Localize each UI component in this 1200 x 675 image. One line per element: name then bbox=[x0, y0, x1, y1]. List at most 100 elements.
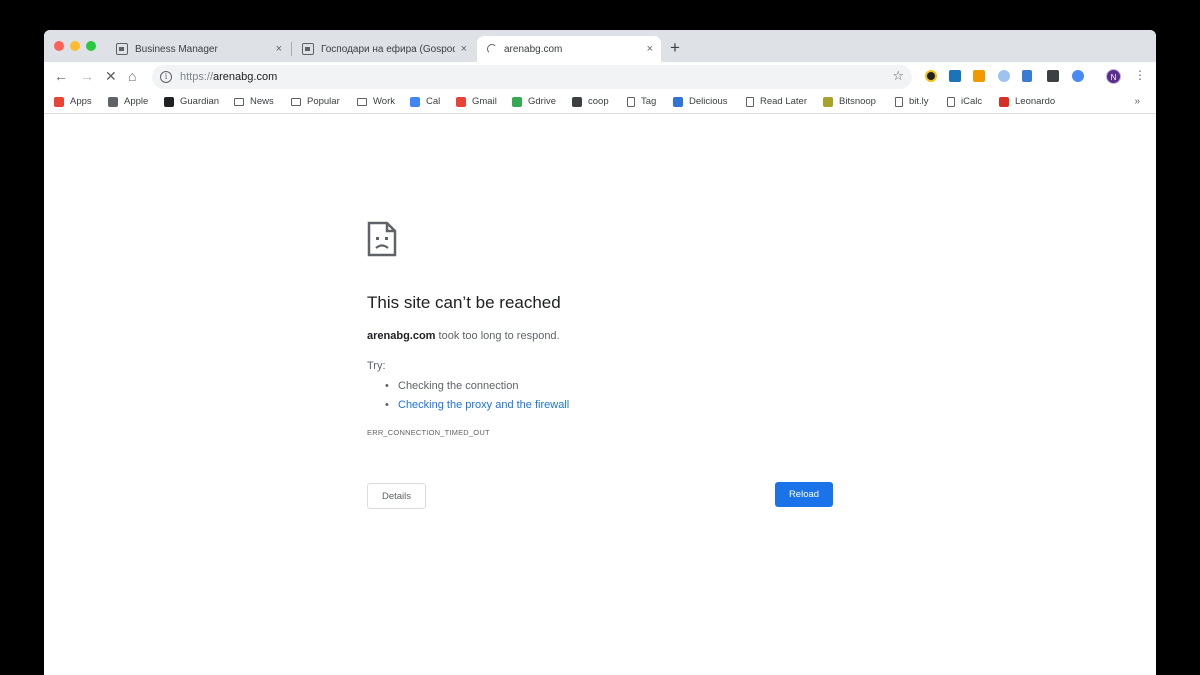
delicious-icon bbox=[673, 96, 683, 107]
forward-arrow-icon[interactable]: → bbox=[80, 68, 94, 84]
bookmarks-bar: Apps Apple Guardian News Popular Work Cal Gmail… bbox=[44, 92, 1156, 114]
error-code: ERR_CONNECTION_TIMED_OUT bbox=[367, 428, 490, 437]
loading-spinner-icon bbox=[487, 44, 497, 54]
bookmark-label: Bitsnoop bbox=[839, 96, 876, 107]
error-page: This site can’t be reached arenabg.com t… bbox=[44, 115, 1156, 675]
error-title: This site can’t be reached bbox=[367, 293, 561, 312]
maximize-window-button[interactable] bbox=[86, 41, 96, 51]
suggestion-list: Checking the connection Checking the pro… bbox=[385, 377, 569, 415]
bookmark-label: Gdrive bbox=[528, 96, 556, 107]
gospodari-favicon-icon bbox=[302, 43, 314, 55]
bookmark-work[interactable]: Work bbox=[357, 96, 395, 107]
gdrive-icon bbox=[512, 96, 522, 107]
coop-icon bbox=[572, 96, 582, 107]
page-icon bbox=[947, 96, 955, 107]
apple-icon bbox=[108, 96, 118, 107]
bookmark-label: Apple bbox=[124, 96, 149, 107]
bookmark-label: Read Later bbox=[760, 96, 808, 107]
bookmark-bitsnoop[interactable]: Bitsnoop bbox=[823, 96, 876, 107]
tab-title: arenabg.com bbox=[504, 43, 563, 55]
bookmark-label: Popular bbox=[307, 96, 340, 107]
leonardo-icon bbox=[999, 96, 1009, 107]
extension-circle-icon[interactable] bbox=[998, 70, 1010, 82]
bookmark-label: Apps bbox=[70, 96, 92, 107]
extension-dark-icon[interactable] bbox=[1047, 70, 1059, 82]
page-icon bbox=[746, 96, 754, 107]
tab-close-icon[interactable]: × bbox=[461, 43, 467, 55]
folder-icon bbox=[357, 97, 367, 106]
guardian-icon bbox=[164, 96, 174, 107]
bookmark-popular[interactable]: Popular bbox=[291, 96, 340, 107]
url-scheme: https:// bbox=[180, 71, 214, 83]
suggestion-check-connection: Checking the connection bbox=[385, 377, 569, 396]
tab-gospodari-na-efira[interactable]: Господари на ефира (Gospod × bbox=[292, 36, 475, 62]
bookmark-tag[interactable]: Tag bbox=[627, 96, 656, 107]
bookmark-gmail[interactable]: Gmail bbox=[456, 96, 497, 107]
tab-title: Господари на ефира (Gospod bbox=[321, 43, 455, 55]
suggestion-check-proxy-link[interactable]: Checking the proxy and the firewall bbox=[385, 396, 569, 415]
tab-business-manager[interactable]: Business Manager × bbox=[106, 36, 290, 62]
bookmark-icalc[interactable]: iCalc bbox=[947, 96, 982, 107]
bookmark-label: bit.ly bbox=[909, 96, 929, 107]
bookmark-label: Guardian bbox=[180, 96, 220, 107]
bookmark-leonardo[interactable]: Leonardo bbox=[999, 96, 1055, 107]
extension-chart-icon[interactable] bbox=[973, 70, 985, 82]
profile-avatar[interactable]: N bbox=[1106, 69, 1121, 84]
bookmark-read-later[interactable]: Read Later bbox=[746, 96, 807, 107]
address-bar[interactable]: i https://arenabg.com ☆ bbox=[152, 65, 912, 89]
bitsnoop-icon bbox=[823, 96, 833, 107]
browser-window: Business Manager × Господари на ефира (G… bbox=[44, 30, 1156, 675]
error-host: arenabg.com bbox=[367, 330, 436, 342]
url-host: arenabg.com bbox=[213, 71, 278, 83]
folder-icon bbox=[234, 97, 244, 106]
page-icon bbox=[627, 96, 635, 107]
bookmark-delicious[interactable]: Delicious bbox=[673, 96, 728, 107]
tab-strip: Business Manager × Господари на ефира (G… bbox=[44, 30, 1156, 62]
bookmark-apps[interactable]: Apps bbox=[54, 96, 92, 107]
tab-arenabg[interactable]: arenabg.com × bbox=[477, 36, 661, 62]
business-manager-favicon-icon bbox=[116, 43, 128, 55]
bookmark-label: Gmail bbox=[472, 96, 497, 107]
bookmark-gdrive[interactable]: Gdrive bbox=[512, 96, 556, 107]
details-button[interactable]: Details bbox=[367, 483, 426, 509]
bookmark-label: Work bbox=[373, 96, 395, 107]
home-icon[interactable]: ⌂ bbox=[128, 68, 136, 84]
bookmark-news[interactable]: News bbox=[234, 96, 274, 107]
menu-kebab-icon[interactable]: ⋮ bbox=[1134, 68, 1146, 82]
bookmark-star-icon[interactable]: ☆ bbox=[892, 68, 904, 84]
toolbar: ← → ✕ ⌂ i https://arenabg.com ☆ N ⋮ bbox=[44, 62, 1156, 92]
site-info-icon[interactable]: i bbox=[160, 71, 172, 83]
bookmark-label: News bbox=[250, 96, 274, 107]
bookmark-guardian[interactable]: Guardian bbox=[164, 96, 219, 107]
bookmark-label: iCalc bbox=[961, 96, 983, 107]
bookmark-coop[interactable]: coop bbox=[572, 96, 609, 107]
apps-grid-icon bbox=[54, 96, 64, 107]
try-label: Try: bbox=[367, 360, 386, 372]
bookmarks-overflow-icon[interactable]: » bbox=[1134, 96, 1140, 107]
calendar-icon bbox=[410, 96, 420, 107]
page-icon bbox=[895, 96, 903, 107]
new-tab-button[interactable]: + bbox=[670, 38, 680, 58]
bookmark-cal[interactable]: Cal bbox=[410, 96, 440, 107]
minimize-window-button[interactable] bbox=[70, 41, 80, 51]
bookmark-apple[interactable]: Apple bbox=[108, 96, 148, 107]
bookmark-label: Cal bbox=[426, 96, 441, 107]
bookmark-label: Delicious bbox=[689, 96, 728, 107]
url-text: https://arenabg.com bbox=[180, 71, 277, 83]
stop-loading-icon[interactable]: ✕ bbox=[105, 68, 117, 85]
bookmark-bit-ly[interactable]: bit.ly bbox=[895, 96, 929, 107]
gmail-icon bbox=[456, 96, 466, 107]
back-arrow-icon[interactable]: ← bbox=[54, 68, 68, 84]
bookmark-label: Leonardo bbox=[1015, 96, 1056, 107]
extension-ring-icon[interactable] bbox=[925, 70, 937, 82]
folder-icon bbox=[291, 97, 301, 106]
reload-button[interactable]: Reload bbox=[775, 482, 833, 507]
tab-close-icon[interactable]: × bbox=[276, 43, 282, 55]
tab-title: Business Manager bbox=[135, 43, 218, 55]
dropbox-icon[interactable] bbox=[1022, 70, 1032, 82]
extension-blue-icon[interactable] bbox=[1072, 70, 1084, 82]
tab-close-icon[interactable]: × bbox=[647, 43, 653, 55]
bookmark-label: Tag bbox=[641, 96, 657, 107]
close-window-button[interactable] bbox=[54, 41, 64, 51]
extension-screen-icon[interactable] bbox=[949, 70, 961, 82]
